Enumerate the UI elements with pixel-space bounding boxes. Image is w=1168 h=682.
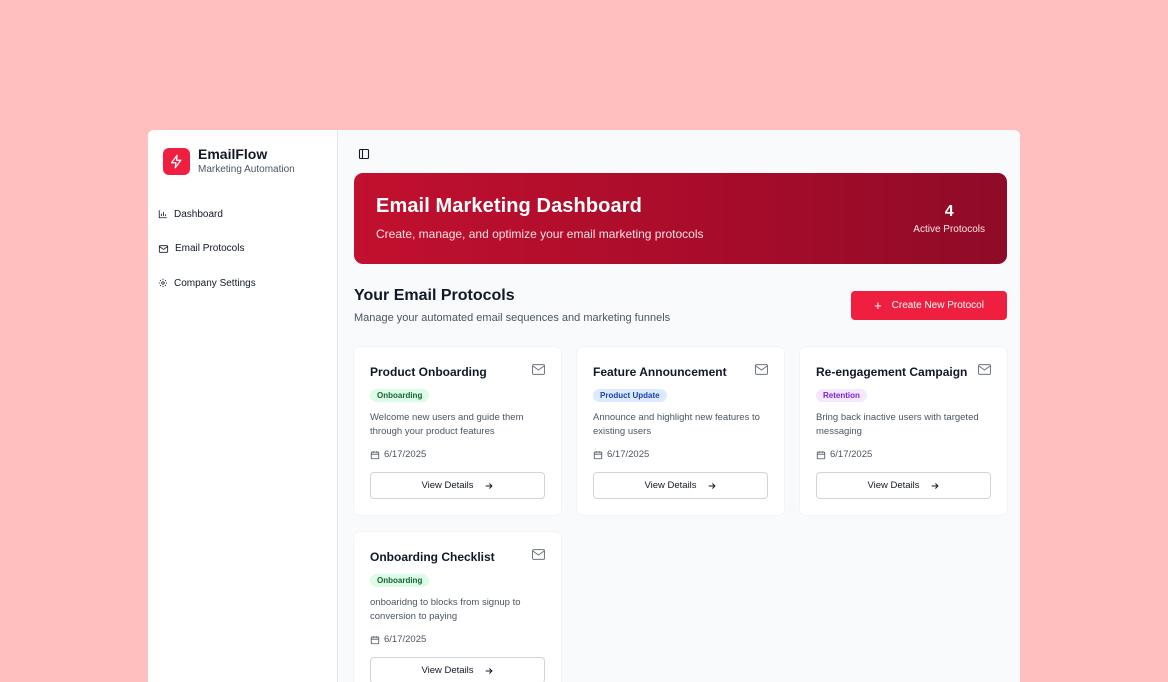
lightning-icon <box>163 148 190 175</box>
active-protocols-label: Active Protocols <box>913 224 985 235</box>
hero-subtitle: Create, manage, and optimize your email … <box>376 227 704 241</box>
mail-icon <box>532 364 545 375</box>
card-date-value: 6/17/2025 <box>830 449 873 460</box>
sidebar-item-company-settings[interactable]: Company Settings <box>158 273 328 293</box>
plus-icon: + <box>874 297 882 313</box>
mail-icon <box>978 364 991 375</box>
arrow-right-icon <box>931 482 939 489</box>
view-details-button[interactable]: View Details <box>816 472 991 499</box>
main-content: Email Marketing Dashboard Create, manage… <box>338 130 1020 682</box>
card-title: Onboarding Checklist <box>370 550 495 564</box>
card-date: 6/17/2025 <box>816 449 872 460</box>
page-title: Email Marketing Dashboard <box>376 195 642 217</box>
sidebar-item-label: Email Protocols <box>175 243 245 255</box>
arrow-right-icon <box>708 482 716 489</box>
brand-name: EmailFlow <box>198 146 268 162</box>
protocol-card: Onboarding Checklist Onboarding onboarid… <box>354 532 561 682</box>
calendar-icon <box>370 635 380 644</box>
view-details-button[interactable]: View Details <box>370 472 545 499</box>
section-title: Your Email Protocols <box>354 287 515 304</box>
card-date-value: 6/17/2025 <box>607 449 650 460</box>
active-protocols-count: 4 <box>944 203 954 220</box>
protocol-card: Product Onboarding Onboarding Welcome ne… <box>354 347 561 515</box>
view-details-label: View Details <box>867 480 920 491</box>
category-badge: Onboarding <box>370 574 430 587</box>
active-protocols-stat: 4 Active Protocols <box>913 203 985 235</box>
sidebar-toggle-icon[interactable] <box>358 148 370 160</box>
create-protocol-button[interactable]: + Create New Protocol <box>851 291 1007 320</box>
create-protocol-label: Create New Protocol <box>891 300 984 311</box>
view-details-button[interactable]: View Details <box>370 657 545 682</box>
sidebar-nav: Dashboard Email Protocols Company Settin… <box>158 204 328 308</box>
calendar-icon <box>370 450 380 459</box>
card-title: Product Onboarding <box>370 365 487 379</box>
brand-subtitle: Marketing Automation <box>198 164 295 175</box>
card-date: 6/17/2025 <box>370 449 426 460</box>
view-details-label: View Details <box>421 480 474 491</box>
card-date: 6/17/2025 <box>370 634 426 645</box>
card-date-value: 6/17/2025 <box>384 449 427 460</box>
protocol-card: Feature Announcement Product Update Anno… <box>577 347 784 515</box>
category-badge: Retention <box>816 389 867 402</box>
sidebar-item-label: Dashboard <box>174 208 223 220</box>
category-badge: Onboarding <box>370 389 430 402</box>
arrow-right-icon <box>485 482 493 489</box>
card-description: onboaridng to blocks from signup to conv… <box>370 597 521 622</box>
card-date-value: 6/17/2025 <box>384 634 427 645</box>
mail-icon <box>532 549 545 560</box>
sidebar: EmailFlow Marketing Automation Dashboard… <box>148 130 338 682</box>
app-window: EmailFlow Marketing Automation Dashboard… <box>148 130 1020 682</box>
card-description: Bring back inactive users with targeted … <box>816 412 979 437</box>
sidebar-item-dashboard[interactable]: Dashboard <box>158 204 328 224</box>
section-subtitle: Manage your automated email sequences an… <box>354 312 671 324</box>
mail-icon <box>755 364 768 375</box>
protocol-card: Re-engagement Campaign Retention Bring b… <box>800 347 1007 515</box>
sidebar-item-email-protocols[interactable]: Email Protocols <box>158 239 328 259</box>
calendar-icon <box>816 450 826 459</box>
view-details-label: View Details <box>644 480 697 491</box>
category-badge: Product Update <box>593 389 667 402</box>
gear-icon <box>158 279 168 288</box>
brand: EmailFlow Marketing Automation <box>163 146 295 177</box>
card-description: Announce and highlight new features to e… <box>593 412 760 437</box>
card-date: 6/17/2025 <box>593 449 649 460</box>
view-details-label: View Details <box>421 665 474 676</box>
hero-banner: Email Marketing Dashboard Create, manage… <box>354 173 1007 264</box>
bar-chart-icon <box>158 210 167 219</box>
view-details-button[interactable]: View Details <box>593 472 768 499</box>
mail-icon <box>158 244 169 253</box>
card-title: Re-engagement Campaign <box>816 365 968 379</box>
calendar-icon <box>593 450 603 459</box>
card-title: Feature Announcement <box>593 365 727 379</box>
sidebar-item-label: Company Settings <box>174 277 256 289</box>
arrow-right-icon <box>485 667 493 674</box>
card-description: Welcome new users and guide them through… <box>370 412 524 437</box>
